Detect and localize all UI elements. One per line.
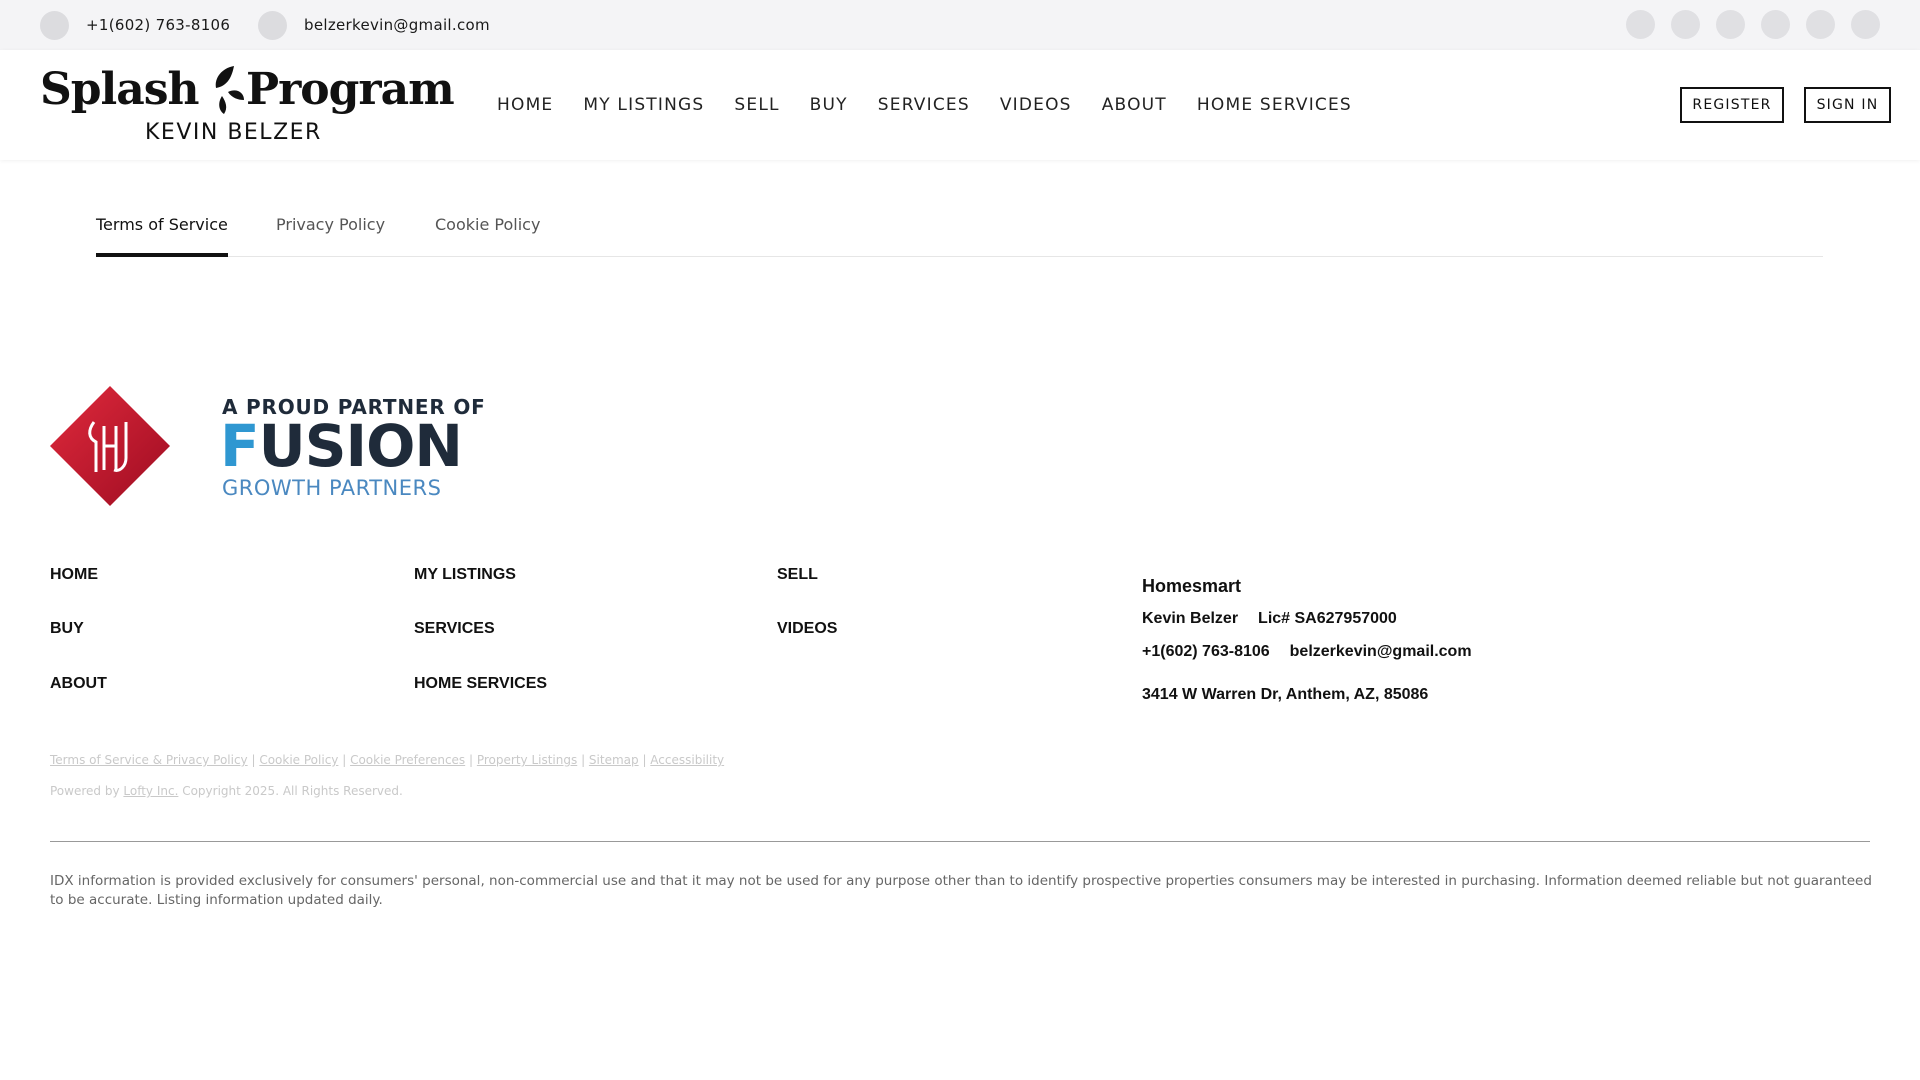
- nav-buy[interactable]: BUY: [810, 95, 848, 115]
- logo-subtitle: KEVIN BELZER: [145, 120, 322, 145]
- agent-name: Kevin Belzer: [1142, 610, 1239, 627]
- agent-license: Lic# SA627957000: [1258, 610, 1397, 627]
- footer-nav-services[interactable]: SERVICES: [414, 620, 495, 638]
- link-cookie-preferences[interactable]: Cookie Preferences: [350, 753, 465, 767]
- email-address[interactable]: belzerkevin@gmail.com: [304, 16, 490, 34]
- policy-tabs: Terms of Service Privacy Policy Cookie P…: [96, 205, 1823, 257]
- email-icon: [258, 10, 287, 40]
- logo-drops-icon: [215, 66, 244, 114]
- email-contact[interactable]: belzerkevin@gmail.com: [258, 0, 490, 50]
- idx-disclaimer: IDX information is provided exclusively …: [50, 873, 1872, 908]
- link-sitemap[interactable]: Sitemap: [589, 753, 639, 767]
- social-links: [1626, 10, 1880, 39]
- footer-nav-buy[interactable]: BUY: [50, 620, 84, 638]
- nav-my-listings[interactable]: MY LISTINGS: [583, 95, 704, 115]
- logo-word-splash: Splash: [40, 64, 200, 115]
- tab-cookie-policy[interactable]: Cookie Policy: [435, 215, 540, 257]
- legal-links: Terms of Service & Privacy Policy | Cook…: [50, 753, 725, 767]
- nav-home[interactable]: HOME: [497, 95, 553, 115]
- social-icon-4[interactable]: [1761, 10, 1790, 39]
- link-terms-privacy[interactable]: Terms of Service & Privacy Policy: [50, 753, 248, 767]
- partner-subline: GROWTH PARTNERS: [222, 476, 442, 500]
- nav-videos[interactable]: VIDEOS: [1000, 95, 1072, 115]
- site-header: Splash Program KEVIN BELZER HOME MY LIST…: [0, 50, 1920, 160]
- logo-word-program: Program: [246, 64, 455, 115]
- register-button[interactable]: REGISTER: [1680, 87, 1784, 123]
- top-contact-bar: +1(602) 763-8106 belzerkevin@gmail.com: [0, 0, 1920, 50]
- agent-email[interactable]: belzerkevin@gmail.com: [1290, 643, 1472, 660]
- footer-nav-home-services[interactable]: HOME SERVICES: [414, 675, 547, 693]
- brokerage-name: Homesmart: [1142, 576, 1242, 596]
- phone-number[interactable]: +1(602) 763-8106: [86, 16, 230, 34]
- social-icon-6[interactable]: [1851, 10, 1880, 39]
- sign-in-button[interactable]: SIGN IN: [1804, 87, 1891, 123]
- footer-nav-home[interactable]: HOME: [50, 566, 98, 584]
- link-cookie-policy[interactable]: Cookie Policy: [259, 753, 338, 767]
- main-nav: HOME MY LISTINGS SELL BUY SERVICES VIDEO…: [497, 50, 1382, 160]
- footer-nav-about[interactable]: ABOUT: [50, 675, 107, 693]
- link-accessibility[interactable]: Accessibility: [650, 753, 724, 767]
- fusion-partner-logo: A PROUD PARTNER OF FUSION GROWTH PARTNER…: [220, 390, 485, 505]
- nav-home-services[interactable]: HOME SERVICES: [1197, 95, 1352, 115]
- tab-terms-of-service[interactable]: Terms of Service: [96, 215, 228, 257]
- agent-contact-row: +1(602) 763-8106 belzerkevin@gmail.com: [1142, 643, 1492, 661]
- agent-name-row: Kevin Belzer Lic# SA627957000: [1142, 610, 1417, 628]
- social-icon-3[interactable]: [1716, 10, 1745, 39]
- social-icon-2[interactable]: [1671, 10, 1700, 39]
- tab-privacy-policy[interactable]: Privacy Policy: [276, 215, 385, 257]
- social-icon-1[interactable]: [1626, 10, 1655, 39]
- agent-phone[interactable]: +1(602) 763-8106: [1142, 643, 1270, 660]
- homesmart-logo-icon: [50, 386, 170, 506]
- partner-wordmark: FUSION: [220, 412, 463, 480]
- powered-by: Powered by Lofty Inc. Copyright 2025. Al…: [50, 784, 403, 798]
- footer-nav-videos[interactable]: VIDEOS: [777, 620, 837, 638]
- social-icon-5[interactable]: [1806, 10, 1835, 39]
- agent-address: 3414 W Warren Dr, Anthem, AZ, 85086: [1142, 686, 1429, 703]
- footer-divider: [50, 841, 1870, 842]
- phone-contact[interactable]: +1(602) 763-8106: [40, 0, 230, 50]
- nav-services[interactable]: SERVICES: [878, 95, 970, 115]
- footer-nav-sell[interactable]: SELL: [777, 566, 818, 584]
- nav-sell[interactable]: SELL: [734, 95, 779, 115]
- site-logo[interactable]: Splash Program KEVIN BELZER: [40, 64, 455, 149]
- phone-icon: [40, 10, 69, 40]
- nav-about[interactable]: ABOUT: [1102, 95, 1167, 115]
- link-property-listings[interactable]: Property Listings: [477, 753, 577, 767]
- link-lofty[interactable]: Lofty Inc.: [123, 784, 178, 798]
- footer-nav-my-listings[interactable]: MY LISTINGS: [414, 566, 516, 584]
